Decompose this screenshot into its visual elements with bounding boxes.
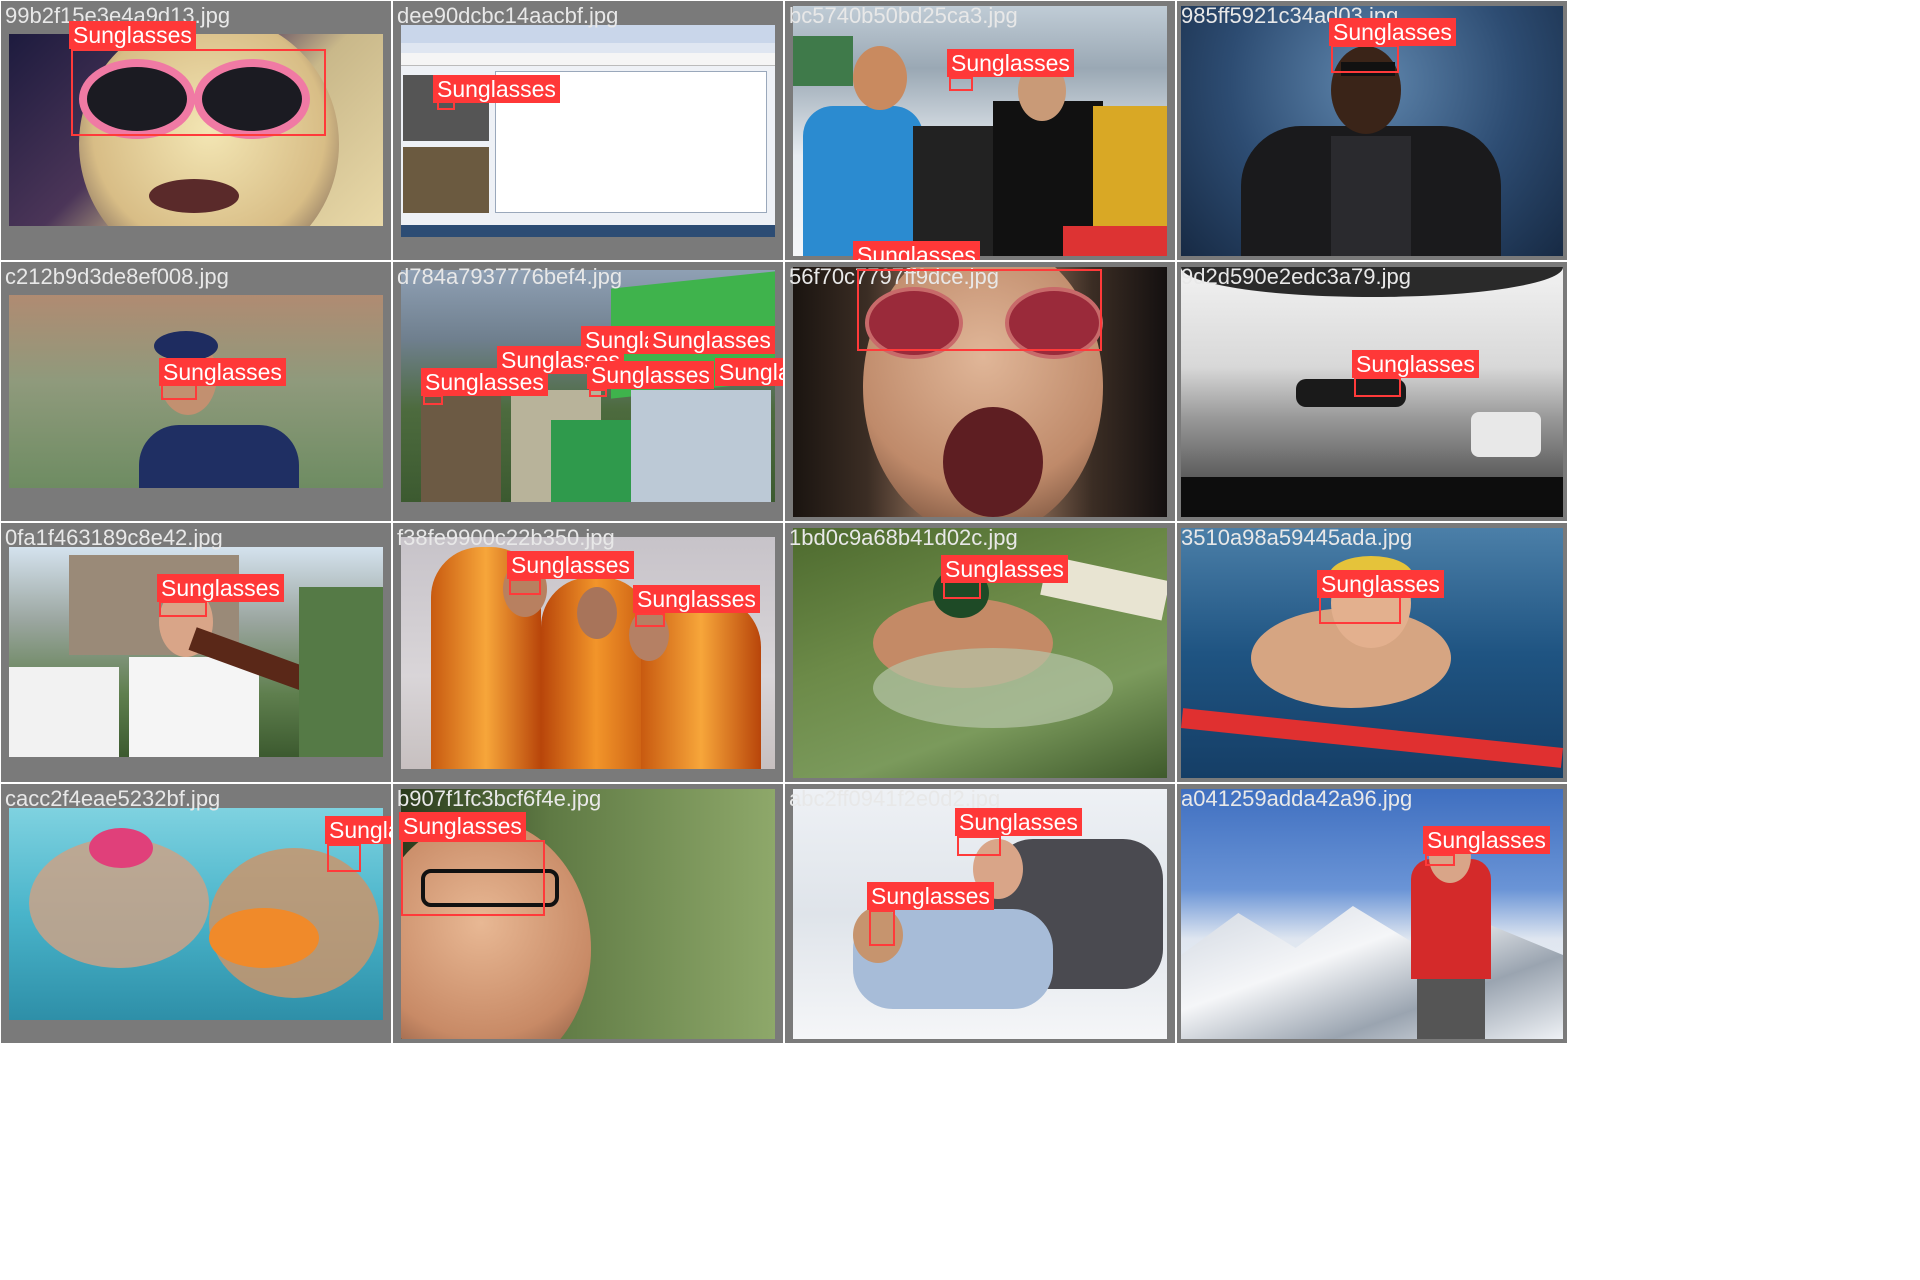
bounding-box [161,384,197,400]
class-label: Sunglasses [715,358,783,386]
bounding-box [401,840,545,916]
bounding-box [1331,45,1399,73]
mosaic-tile[interactable]: c212b9d3de8ef008.jpg Sunglasses [1,262,391,521]
bounding-box [71,49,326,136]
class-label: Sunglasses [955,808,1082,836]
mosaic-tile[interactable]: dee90dcbc14aacbf.jpg Sunglasses [393,1,783,260]
bounding-box [159,601,207,617]
tile-filename: d784a7937776bef4.jpg [397,264,623,289]
tile-filename: b907f1fc3bcf6f4e.jpg [397,786,602,811]
mosaic-tile[interactable]: f38fe9900c22b350.jpg Sunglasses Sunglass… [393,523,783,782]
tile-filename: f38fe9900c22b350.jpg [397,525,615,550]
class-label: Sunglasses [159,358,286,386]
class-label: Sunglasses [947,49,1074,77]
tile-filename: 9d2d590e2edc3a79.jpg [1181,264,1412,289]
bounding-box [589,389,607,397]
tile-filename: a041259adda42a96.jpg [1181,786,1413,811]
bounding-box [509,579,541,595]
mosaic-tile[interactable]: 56f70c7797ff9dce.jpg [785,262,1175,521]
bounding-box [1354,377,1401,397]
detection-mosaic: 99b2f15e3e4a9d13.jpg Sunglasses dee90dcb… [0,0,1568,1046]
mosaic-tile[interactable]: cacc2f4eae5232bf.jpg Sunglasses [1,784,391,1043]
mosaic-tile[interactable]: b907f1fc3bcf6f4e.jpg Sunglasses [393,784,783,1043]
bounding-box [327,844,361,872]
class-label: Sunglasses [633,585,760,613]
tile-filename: dee90dcbc14aacbf.jpg [397,3,619,28]
class-label: Sunglasses [433,75,560,103]
class-label: Sunglasses [1317,570,1444,598]
class-label: Sunglasses [399,812,526,840]
mosaic-tile[interactable]: 985ff5921c34ad03.jpg Sunglasses [1177,1,1567,260]
class-label: Sunglasses [587,361,714,389]
class-label: Sunglasses [325,816,391,844]
class-label: Sunglasses [941,555,1068,583]
tile-filename: 1bd0c9a68b41d02c.jpg [789,525,1018,550]
mosaic-tile[interactable]: 9d2d590e2edc3a79.jpg Sunglasses [1177,262,1567,521]
mosaic-tile[interactable]: 1bd0c9a68b41d02c.jpg Sunglasses [785,523,1175,782]
photo-skiers-event [793,6,1167,256]
mosaic-tile[interactable]: 3510a98a59445ada.jpg Sunglasses [1177,523,1567,782]
class-label: Sunglasses [853,241,980,260]
bounding-box [1425,854,1455,866]
tile-filename: 0fa1f463189c8e42.jpg [5,525,223,550]
class-label: Sunglasses [1329,18,1456,46]
bounding-box [423,395,443,405]
bounding-box [857,269,1102,351]
mosaic-tile[interactable]: 0fa1f463189c8e42.jpg Sunglasses [1,523,391,782]
tile-filename: cacc2f4eae5232bf.jpg [5,786,221,811]
mosaic-tile[interactable]: d784a7937776bef4.jpg Sunglasses Sunglass… [393,262,783,521]
tile-filename: c212b9d3de8ef008.jpg [5,264,229,289]
photo-browser-screenshot [401,25,775,237]
mosaic-tile[interactable]: bc5740b50bd25ca3.jpg Sunglasses Sunglass… [785,1,1175,260]
class-label: Sunglasses [867,882,994,910]
bounding-box [943,581,981,599]
tile-filename: bc5740b50bd25ca3.jpg [789,3,1018,28]
class-label: Sunglasses [157,574,284,602]
tile-filename: 3510a98a59445ada.jpg [1181,525,1413,550]
mosaic-tile[interactable]: 99b2f15e3e4a9d13.jpg Sunglasses [1,1,391,260]
class-label: Sunglasses [1423,826,1550,854]
bounding-box [869,910,895,946]
photo-swimmer-goggles [1181,528,1563,778]
bounding-box [1319,596,1401,624]
class-label: Sunglasses [1352,350,1479,378]
mosaic-tile[interactable]: abc2ff0941f2e0d2.jpg Sunglasses Sunglass… [785,784,1175,1043]
bounding-box [949,77,973,91]
bounding-box [635,613,665,627]
class-label: Sunglasses [69,21,196,49]
class-label: Sunglasses [507,551,634,579]
mosaic-tile[interactable]: a041259adda42a96.jpg Sunglasses [1177,784,1567,1043]
class-label: Sunglasses [648,326,775,354]
bounding-box [957,836,1001,856]
